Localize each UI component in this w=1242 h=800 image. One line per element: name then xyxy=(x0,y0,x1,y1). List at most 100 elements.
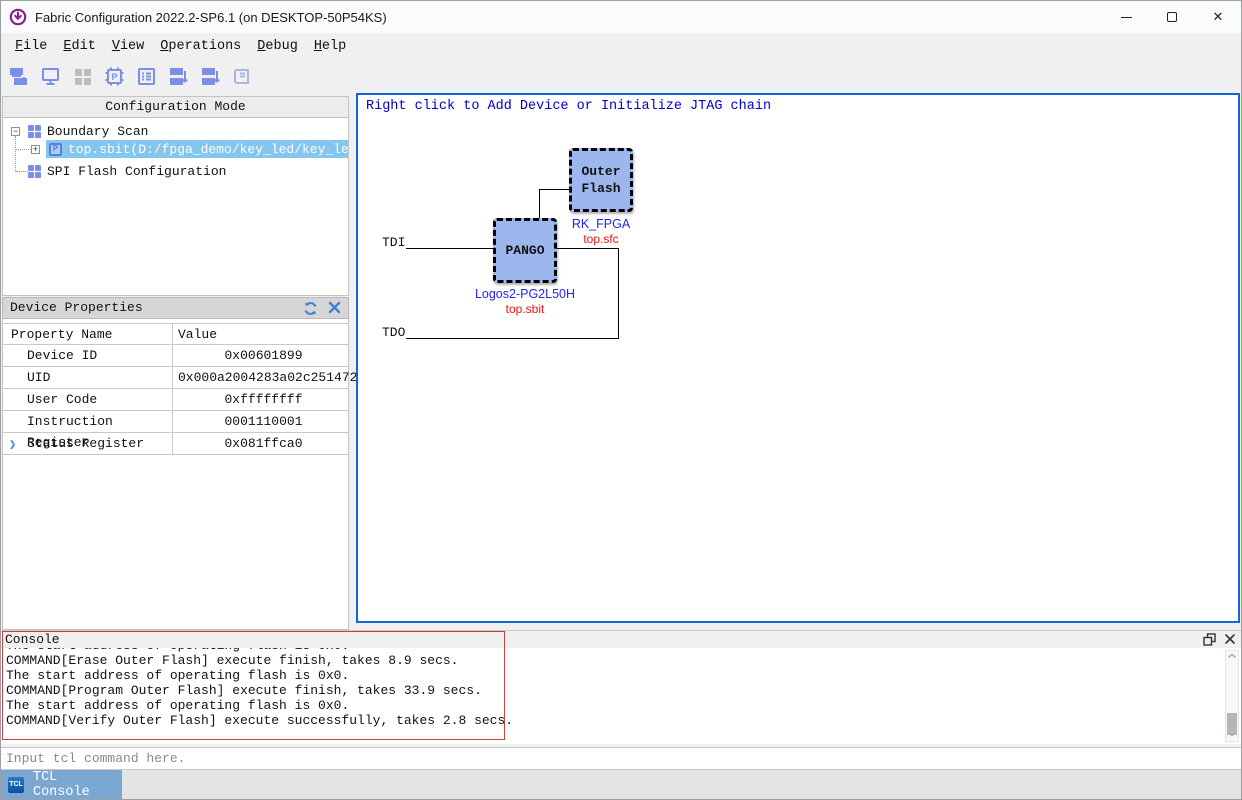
boundary-scan-icon xyxy=(28,125,41,138)
menu-file[interactable]: File xyxy=(15,39,47,54)
property-name: Device ID xyxy=(3,345,172,366)
table-row[interactable]: Device ID 0x00601899 xyxy=(3,345,349,367)
fpga-part-name: Logos2-PG2L50H xyxy=(463,287,587,301)
tree-guide-line xyxy=(16,149,31,150)
scroll-up-icon[interactable] xyxy=(1226,652,1238,662)
console-output[interactable]: The start address of operating flash is … xyxy=(1,648,1241,744)
program-device-icon[interactable] xyxy=(168,66,189,87)
device-properties-panel: Property Name Value Device ID 0x00601899… xyxy=(2,319,349,630)
tree-expand-toggle[interactable]: + xyxy=(31,145,40,154)
device-pango-label: PANGO xyxy=(493,218,557,283)
window-title: Fabric Configuration 2022.2-SP6.1 (on DE… xyxy=(35,10,387,25)
tdo-label: TDO xyxy=(382,325,405,340)
table-header-row: Property Name Value xyxy=(3,323,349,345)
jtag-chain-icon[interactable] xyxy=(8,66,29,87)
device-properties-header: Device Properties xyxy=(2,297,349,319)
property-name: User Code xyxy=(3,389,172,410)
tdi-wire xyxy=(406,248,493,249)
jtag-hint-text: Right click to Add Device or Initialize … xyxy=(366,99,771,114)
device-properties-title: Device Properties xyxy=(10,300,143,315)
svg-text:P: P xyxy=(111,72,117,82)
table-row[interactable]: User Code 0xffffffff xyxy=(3,389,349,411)
bottom-tab-bar: TCL TCL Console xyxy=(1,770,1241,800)
scroll-down-icon[interactable] xyxy=(1226,730,1238,740)
device-properties-table: Property Name Value Device ID 0x00601899… xyxy=(3,323,349,455)
fpga-out-wire xyxy=(618,248,619,339)
tree-item-top-sbit[interactable]: top.sbit(D:/fpga_demo/key_led/key_led/… xyxy=(68,142,349,157)
console-line: COMMAND[Program Outer Flash] execute fin… xyxy=(6,683,1223,698)
menu-edit[interactable]: Edit xyxy=(63,39,95,54)
tree-collapse-toggle[interactable]: − xyxy=(11,127,20,136)
target-monitor-icon[interactable] xyxy=(40,66,61,87)
app-window: Fabric Configuration 2022.2-SP6.1 (on DE… xyxy=(0,0,1242,800)
bitstream-chip-icon: P xyxy=(49,143,62,156)
operation-list-icon[interactable] xyxy=(136,66,157,87)
property-name: UID xyxy=(3,367,172,388)
console-close-icon[interactable] xyxy=(1224,633,1236,646)
title-bar: Fabric Configuration 2022.2-SP6.1 (on DE… xyxy=(1,1,1241,33)
configuration-mode-header: Configuration Mode xyxy=(2,96,349,118)
property-value: 0x000a2004283a02c251472… xyxy=(172,367,349,388)
tcl-icon: TCL xyxy=(8,777,24,793)
console-scrollbar[interactable] xyxy=(1225,650,1239,742)
menu-view[interactable]: View xyxy=(112,39,144,54)
console-title: Console xyxy=(5,632,60,647)
console-line-partial: The start address of operating flash is … xyxy=(6,648,1223,653)
device-chip-icon[interactable]: P xyxy=(104,66,125,87)
minimize-icon xyxy=(1121,17,1132,18)
console-title-bar: Console xyxy=(1,630,1241,648)
read-device-icon[interactable] xyxy=(200,66,221,87)
tree-guide-line xyxy=(16,171,28,172)
property-value: 0x00601899 xyxy=(172,345,349,366)
fpga-out-wire xyxy=(557,248,619,249)
flash-file-name: top.sfc xyxy=(539,232,663,246)
device-outer-flash[interactable]: Outer Flash xyxy=(569,148,633,212)
device-pango-fpga[interactable]: PANGO xyxy=(493,218,557,283)
property-value: 0001110001 xyxy=(172,411,349,432)
tab-tcl-console[interactable]: TCL TCL Console xyxy=(1,770,122,800)
jtag-chain-canvas[interactable]: Right click to Add Device or Initialize … xyxy=(356,93,1240,623)
close-icon: ✕ xyxy=(1213,9,1224,25)
toolbar: P xyxy=(1,59,1241,93)
menu-bar: File Edit View Operations Debug Help xyxy=(1,33,1241,59)
device-outer-flash-label: Outer Flash xyxy=(569,148,633,212)
panel-close-icon[interactable] xyxy=(327,300,342,317)
tree-item-boundary-scan[interactable]: Boundary Scan xyxy=(47,124,148,139)
fpga-to-flash-wire xyxy=(539,189,569,190)
fpga-file-name: top.sbit xyxy=(463,302,587,316)
property-value: 0x081ffca0 xyxy=(172,433,349,454)
flash-part-name: RK_FPGA xyxy=(539,217,663,231)
console-line: The start address of operating flash is … xyxy=(6,668,1223,683)
table-row[interactable]: Instruction Register 0001110001 xyxy=(3,411,349,433)
tcl-console-tab-label: TCL Console xyxy=(33,770,122,800)
property-value: 0xffffffff xyxy=(172,389,349,410)
log-book-icon xyxy=(232,66,253,87)
close-button[interactable]: ✕ xyxy=(1195,1,1241,33)
property-name: Instruction Register xyxy=(3,411,172,432)
configuration-mode-tree: − Boundary Scan + P top.sbit(D:/fpga_dem… xyxy=(2,118,349,296)
property-name: Status Register xyxy=(3,433,172,454)
tcl-command-input[interactable] xyxy=(1,748,1241,769)
table-row[interactable]: UID 0x000a2004283a02c251472… xyxy=(3,367,349,389)
tree-guide-line xyxy=(15,136,16,172)
maximize-icon xyxy=(1167,12,1177,22)
fpga-to-flash-wire xyxy=(539,189,540,219)
console-line: COMMAND[Erase Outer Flash] execute finis… xyxy=(6,653,1223,668)
tcl-input-row xyxy=(1,747,1241,770)
minimize-button[interactable] xyxy=(1103,1,1149,33)
app-download-icon xyxy=(9,8,27,26)
menu-operations[interactable]: Operations xyxy=(160,39,241,54)
menu-help[interactable]: Help xyxy=(314,39,346,54)
float-panel-icon[interactable] xyxy=(1203,633,1216,646)
console-line: COMMAND[Verify Outer Flash] execute succ… xyxy=(6,713,1223,728)
refresh-icon[interactable] xyxy=(302,300,319,317)
maximize-button[interactable] xyxy=(1149,1,1195,33)
tree-item-spi-flash-configuration[interactable]: SPI Flash Configuration xyxy=(47,164,226,179)
menu-debug[interactable]: Debug xyxy=(257,39,298,54)
tdi-label: TDI xyxy=(382,235,405,250)
table-row[interactable]: ❯ Status Register 0x081ffca0 xyxy=(3,433,349,455)
spi-flash-icon xyxy=(28,165,41,178)
select-mode-icon xyxy=(72,66,93,87)
console-line: The start address of operating flash is … xyxy=(6,698,1223,713)
column-header-property-name: Property Name xyxy=(3,324,172,344)
